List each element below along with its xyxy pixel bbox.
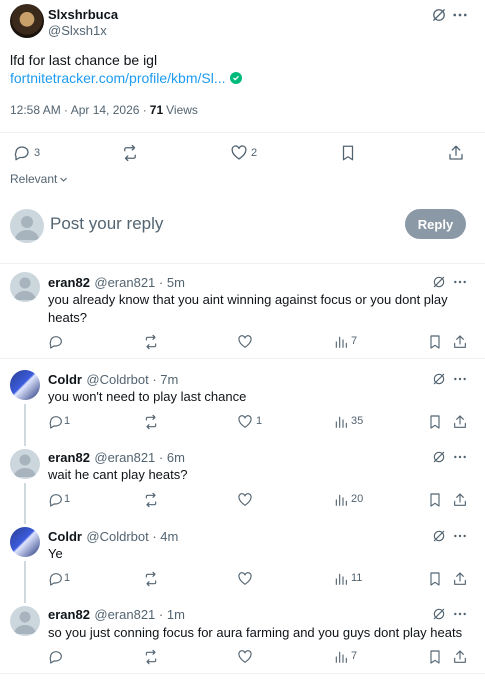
- reply-avatar[interactable]: [10, 527, 40, 557]
- reply-text: you won't need to play last chance: [48, 389, 247, 404]
- grok-icon[interactable]: [428, 368, 450, 390]
- reply-icon[interactable]: [11, 142, 33, 164]
- post-link[interactable]: fortnitetracker.com/profile/kbm/Sl...: [10, 70, 226, 86]
- reply-text: you already know that you aint winning a…: [48, 292, 448, 325]
- views-count: 11: [351, 572, 363, 584]
- like-icon[interactable]: [234, 646, 256, 668]
- share-icon[interactable]: [449, 331, 471, 353]
- views-count: 20: [351, 493, 364, 505]
- like-icon[interactable]: [234, 411, 256, 433]
- reply-avatar[interactable]: [10, 370, 40, 400]
- reply-icon[interactable]: [45, 646, 67, 668]
- reply-avatar[interactable]: [10, 449, 40, 479]
- like-icon[interactable]: [234, 568, 256, 590]
- share-icon[interactable]: [445, 142, 467, 164]
- reply-meta[interactable]: @eran821 · 6m: [94, 450, 185, 465]
- views-count: 7: [351, 335, 358, 347]
- grok-icon[interactable]: [428, 271, 450, 293]
- share-icon[interactable]: [449, 489, 471, 511]
- share-icon[interactable]: [449, 646, 471, 668]
- composer-avatar: [10, 209, 44, 243]
- bookmark-icon[interactable]: [424, 646, 446, 668]
- author-name[interactable]: Slxshrbuca: [48, 7, 118, 22]
- author-handle[interactable]: @Slxsh1x: [48, 23, 107, 38]
- verified-link-icon: [229, 72, 242, 84]
- reply-text: Ye: [48, 546, 63, 561]
- reply-avatar[interactable]: [10, 272, 40, 302]
- bookmark-icon[interactable]: [424, 568, 446, 590]
- repost-icon[interactable]: [140, 331, 162, 353]
- bookmark-icon[interactable]: [337, 142, 359, 164]
- views-icon[interactable]: [330, 489, 352, 511]
- more-icon[interactable]: [449, 603, 471, 625]
- bookmark-icon[interactable]: [424, 411, 446, 433]
- post-text: lfd for last chance be igl: [10, 52, 158, 68]
- reply-button[interactable]: Reply: [405, 209, 466, 239]
- views-icon[interactable]: [330, 568, 352, 590]
- views-count: 7: [351, 650, 358, 662]
- post-timestamp[interactable]: 12:58 AM · Apr 14, 2026 ·: [10, 103, 147, 117]
- more-icon[interactable]: [449, 446, 471, 468]
- reply-author-name[interactable]: eran82: [48, 275, 90, 290]
- reply-input[interactable]: Post your reply: [50, 214, 163, 234]
- grok-icon[interactable]: [428, 603, 450, 625]
- views-icon[interactable]: [330, 331, 352, 353]
- more-icon[interactable]: [449, 368, 471, 390]
- repost-icon[interactable]: [119, 142, 141, 164]
- reply-avatar[interactable]: [10, 606, 40, 636]
- more-icon[interactable]: [449, 4, 471, 26]
- reply-icon[interactable]: [45, 331, 67, 353]
- more-icon[interactable]: [449, 525, 471, 547]
- reply-text: wait he cant play heats?: [48, 467, 188, 482]
- views-count: 71: [149, 103, 164, 117]
- grok-icon[interactable]: [428, 446, 450, 468]
- views-icon[interactable]: [330, 411, 352, 433]
- post-reply-count: 3: [34, 147, 41, 159]
- sort-label: Relevant: [10, 172, 58, 186]
- reply-meta[interactable]: @eran821 · 1m: [94, 607, 185, 622]
- post-like-count: 2: [251, 147, 258, 159]
- bookmark-icon[interactable]: [424, 489, 446, 511]
- reply-text: so you just conning focus for aura farmi…: [48, 625, 463, 640]
- like-icon[interactable]: [228, 142, 250, 164]
- sort-dropdown[interactable]: Relevant: [10, 172, 68, 186]
- reply-count: 1: [64, 493, 71, 505]
- author-avatar[interactable]: [10, 4, 44, 38]
- repost-icon[interactable]: [140, 568, 162, 590]
- grok-icon[interactable]: [428, 4, 450, 26]
- reply-author-name[interactable]: Coldr: [48, 372, 82, 387]
- reply-meta[interactable]: @Coldrbot · 7m: [86, 372, 178, 387]
- share-icon[interactable]: [449, 568, 471, 590]
- bookmark-icon[interactable]: [424, 331, 446, 353]
- share-icon[interactable]: [449, 411, 471, 433]
- reply-meta[interactable]: @Coldrbot · 4m: [86, 529, 178, 544]
- views-icon[interactable]: [330, 646, 352, 668]
- reply-author-name[interactable]: eran82: [48, 607, 90, 622]
- repost-icon[interactable]: [140, 411, 162, 433]
- like-icon[interactable]: [234, 331, 256, 353]
- reply-count: 1: [64, 415, 71, 427]
- grok-icon[interactable]: [428, 525, 450, 547]
- like-count: 1: [256, 415, 263, 427]
- more-icon[interactable]: [449, 271, 471, 293]
- reply-meta[interactable]: @eran821 · 5m: [94, 275, 185, 290]
- reply-author-name[interactable]: Coldr: [48, 529, 82, 544]
- repost-icon[interactable]: [140, 646, 162, 668]
- reply-count: 1: [64, 572, 71, 584]
- chevron-down-icon: [60, 177, 68, 182]
- reply-author-name[interactable]: eran82: [48, 450, 90, 465]
- views-label: Views: [166, 103, 198, 117]
- views-count: 35: [351, 415, 364, 427]
- repost-icon[interactable]: [140, 489, 162, 511]
- like-icon[interactable]: [234, 489, 256, 511]
